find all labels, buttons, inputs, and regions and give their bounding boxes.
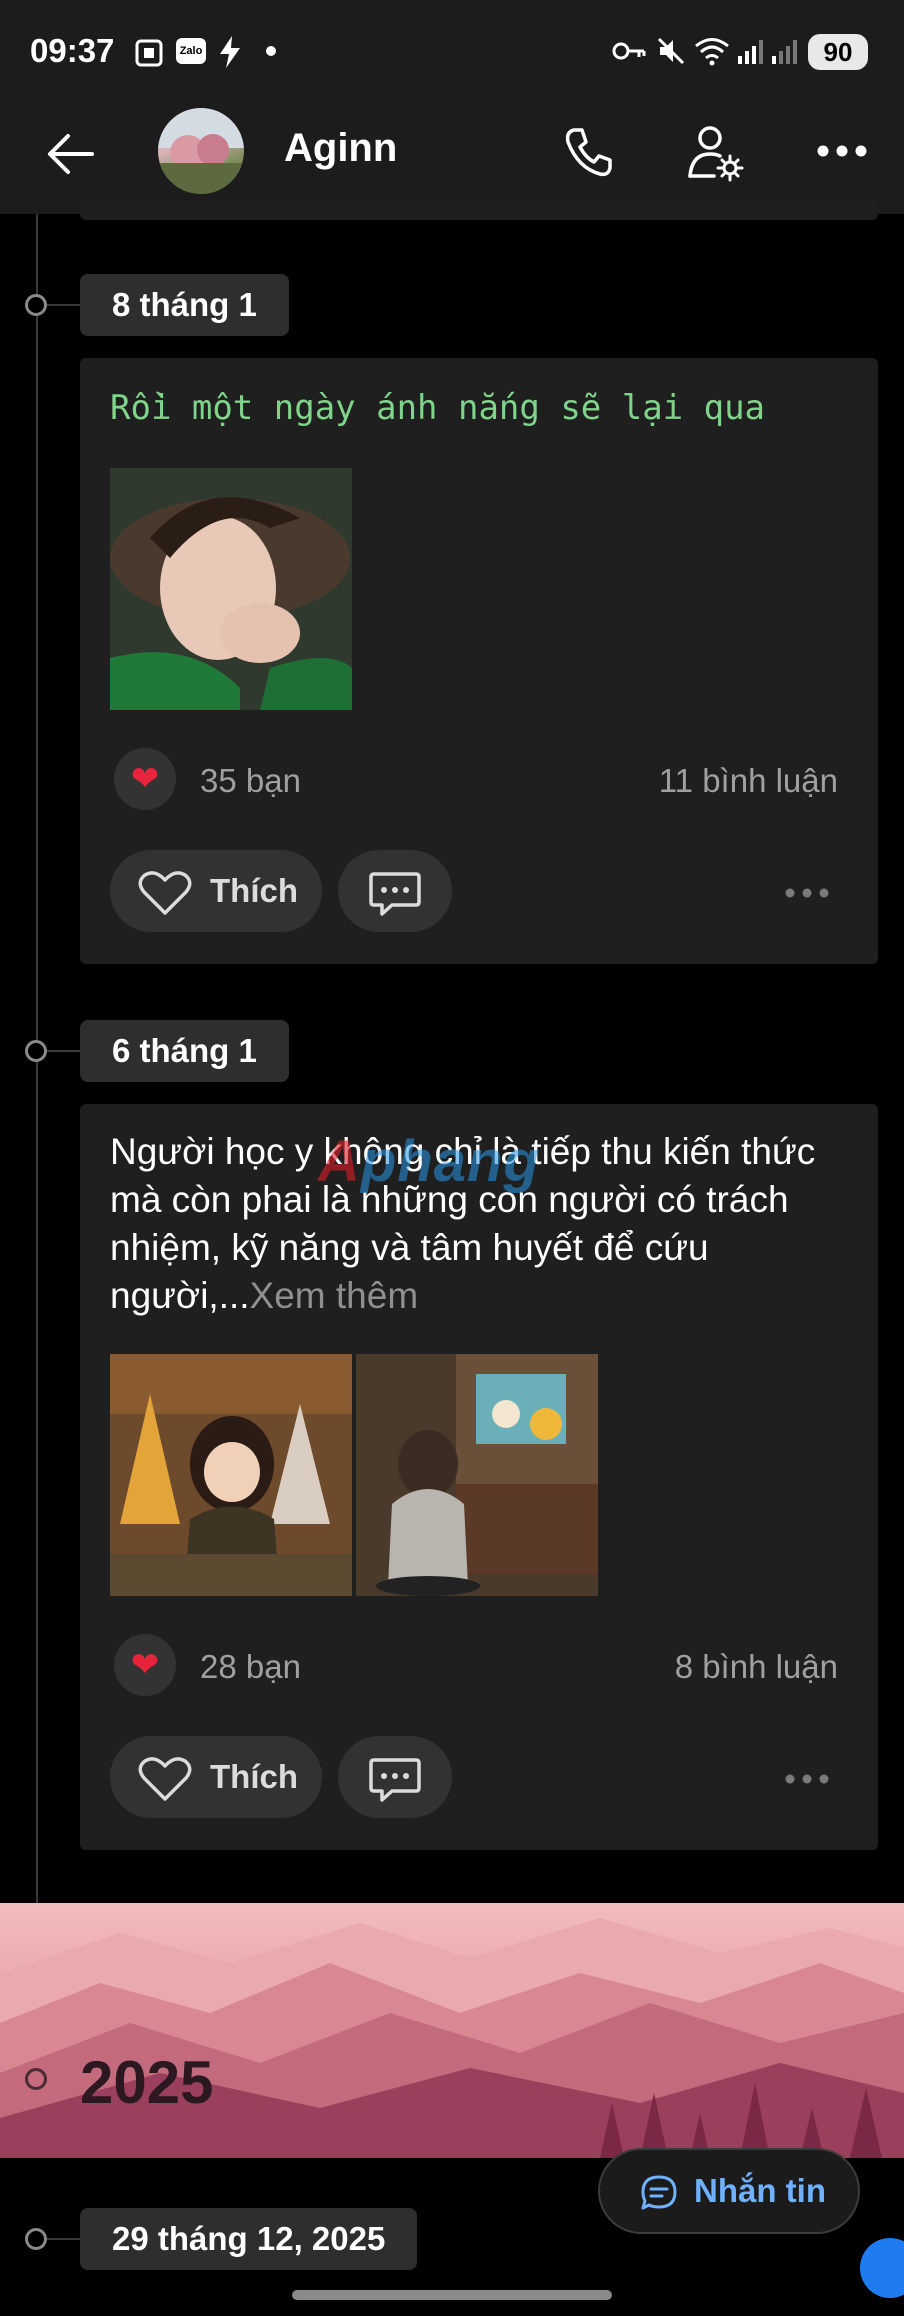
screenshot-icon [135,39,163,67]
comment-icon [369,1758,421,1802]
zalo-notification-icon: Zalo [176,38,206,64]
post-more-icon[interactable] [784,1752,830,1795]
home-indicator[interactable] [292,2290,612,2300]
wifi-icon [695,38,729,66]
signal-icon-2 [772,40,797,64]
post-date-pill: 29 tháng 12, 2025 [80,2208,418,2270]
reaction-count[interactable]: 28 bạn [200,1648,301,1686]
year-label: 2025 [80,2049,214,2116]
comment-button[interactable] [338,850,452,932]
reaction-count[interactable]: 35 bạn [200,762,301,800]
post-photo[interactable] [356,1354,598,1596]
timeline-tick [47,2238,80,2240]
post-date-pill: 6 tháng 1 [80,1020,289,1082]
notification-dot-icon [266,46,276,56]
timeline-dot [25,1040,47,1062]
mute-icon [657,37,685,65]
heart-reaction-icon[interactable]: ❤ [114,1634,176,1696]
message-button-label: Nhắn tin [694,2172,826,2209]
back-arrow-icon[interactable] [46,132,94,176]
chat-bubble-icon [641,2175,677,2210]
post-card[interactable]: Người học y không chỉ là tiếp thu kiến t… [80,1104,878,1850]
avatar[interactable] [158,108,244,194]
mountain-illustration [0,1918,904,2158]
comment-count[interactable]: 11 bình luận [659,762,838,800]
chat-header: Aginn [0,104,904,214]
like-label: Thích [210,1758,298,1795]
status-bar: 09:37 Zalo 90 [0,0,904,104]
like-button[interactable]: Thích [110,1736,322,1818]
phone-icon[interactable] [560,124,616,180]
year-banner: 2025 [0,1903,904,2158]
post-caption: Rồi một ngày ánh nắng sẽ lại qua [110,388,766,428]
heart-reaction-icon[interactable]: ❤ [114,748,176,810]
post-card[interactable]: Rồi một ngày ánh nắng sẽ lại qua ❤ 35 bạ… [80,358,878,964]
post-more-icon[interactable] [784,866,830,909]
heart-outline-icon [138,1757,192,1801]
vpn-key-icon [612,42,646,60]
profile-settings-icon[interactable] [686,122,744,182]
timeline-dot [25,2068,47,2090]
watermark-logo: Aphang [318,1129,540,1194]
more-icon[interactable] [816,144,868,158]
see-more-link[interactable]: Xem thêm [250,1275,419,1316]
timeline-dot [25,294,47,316]
comment-icon [369,872,421,916]
status-time: 09:37 [30,32,115,69]
battery-indicator: 90 [808,34,868,70]
timeline-tick [47,304,80,306]
signal-icon-1 [738,40,763,64]
timeline-tick [47,1050,80,1052]
like-button[interactable]: Thích [110,850,322,932]
comment-button[interactable] [338,1736,452,1818]
post-photo[interactable] [110,1354,352,1596]
post-photo[interactable] [110,468,352,710]
previous-card-edge [80,200,878,220]
floating-chat-icon[interactable] [860,2238,904,2298]
message-button[interactable]: Nhắn tin [598,2148,860,2234]
timeline-dot [25,2228,47,2250]
charging-bolt-icon [220,36,240,68]
timeline-line [36,214,38,2044]
like-label: Thích [210,872,298,909]
heart-outline-icon [138,871,192,915]
comment-count[interactable]: 8 bình luận [675,1648,838,1686]
post-date-pill: 8 tháng 1 [80,274,289,336]
contact-name[interactable]: Aginn [284,126,397,171]
